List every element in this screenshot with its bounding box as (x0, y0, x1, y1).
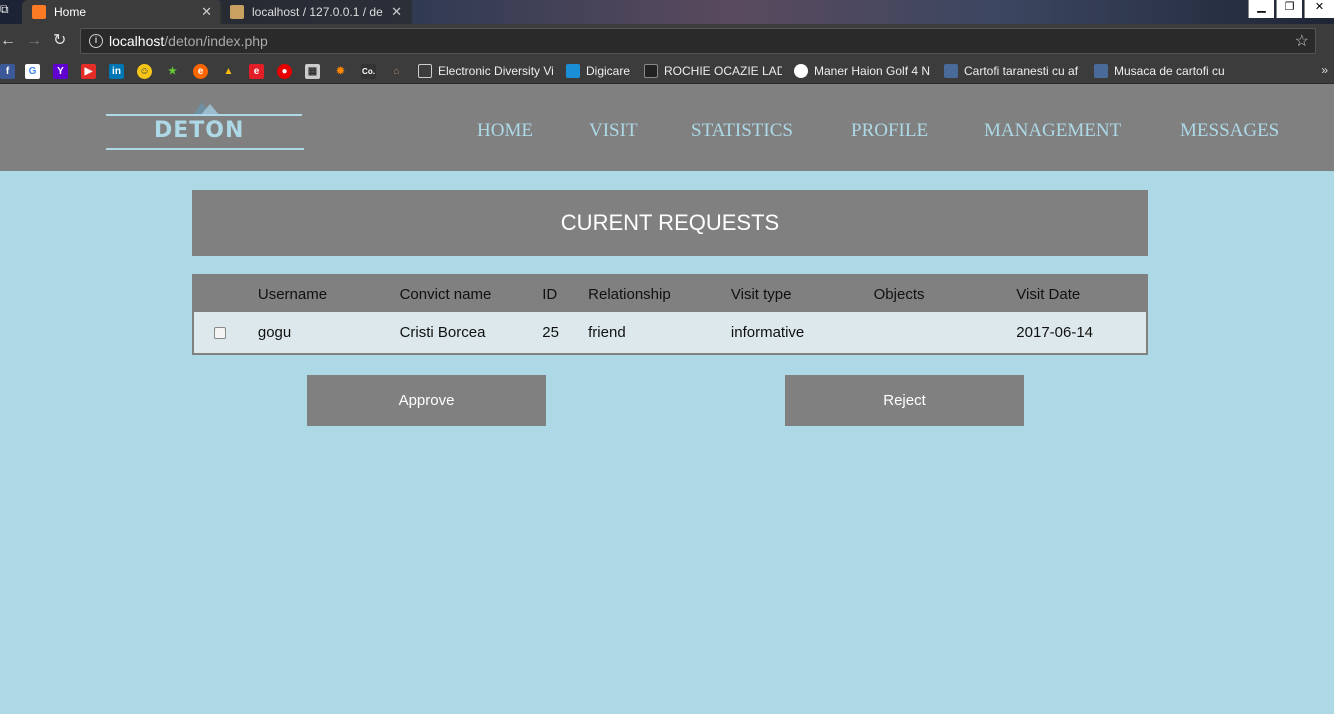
cell-username: gogu (257, 324, 292, 341)
bookmark-label: Cartofi taranesti cu af (964, 64, 1079, 78)
table-row[interactable]: gogu Cristi Borcea 25 friend informative… (193, 312, 1147, 354)
bookmark-digicare[interactable]: Digicare (566, 63, 636, 79)
minimize-icon[interactable]: ▁ (1248, 0, 1274, 18)
row-checkbox[interactable] (214, 326, 226, 339)
star-icon[interactable]: ★ (165, 64, 180, 79)
chevron-more-icon[interactable]: » (1321, 63, 1328, 77)
info-icon[interactable]: i (89, 34, 103, 48)
cell-visit-type: informative (730, 324, 805, 341)
bookmark-label: ROCHIE OCAZIE LADY (664, 64, 782, 78)
url-host: localhost (109, 33, 165, 49)
header-username[interactable]: Username (258, 275, 400, 312)
tf-icon (644, 64, 658, 78)
emoji-icon[interactable]: ☺ (137, 64, 152, 79)
nav-visit[interactable]: VISIT (589, 120, 638, 142)
tab-strip-icon[interactable]: ⧉ (0, 2, 16, 20)
close-icon[interactable]: ✕ (201, 4, 212, 20)
bookmark-label: Maner Haion Golf 4 N (814, 64, 930, 78)
vodafone-icon[interactable]: ● (277, 64, 292, 79)
yahoo-icon[interactable]: Y (53, 64, 68, 79)
bookmark-maner-haion[interactable]: Maner Haion Golf 4 N (794, 63, 930, 79)
maximize-icon[interactable]: ❐ (1276, 0, 1302, 18)
reload-icon[interactable]: ↻ (53, 32, 66, 50)
header-id[interactable]: ID (542, 275, 588, 312)
forward-icon[interactable]: → (26, 32, 42, 50)
site-header: DETON HOME VISIT STATISTICS PROFILE MANA… (0, 84, 1334, 171)
browser-tab-bar: ⧉ Home ✕ localhost / 127.0.0.1 / de ✕ ▁ … (0, 0, 1334, 24)
drive-icon[interactable]: ▲ (221, 64, 236, 79)
approve-button[interactable]: Approve (307, 375, 546, 426)
header-visit-type[interactable]: Visit type (731, 275, 874, 312)
header-select (193, 275, 258, 312)
bookmark-electronic-diversity[interactable]: Electronic Diversity Vi (418, 63, 553, 79)
header-relationship[interactable]: Relationship (588, 275, 731, 312)
phpmyadmin-icon (230, 5, 244, 19)
bookmark-rochie[interactable]: ROCHIE OCAZIE LADY (644, 63, 782, 79)
browser-toolbar: ← → ↻ i localhost/deton/index.php ☆ (0, 24, 1334, 58)
digicare-icon (566, 64, 580, 78)
logo-line-bottom (106, 148, 304, 150)
close-icon[interactable]: ✕ (391, 4, 402, 20)
e-icon[interactable]: e (249, 64, 264, 79)
co-icon[interactable]: Co. (361, 64, 376, 79)
tab-label: Home (54, 5, 87, 19)
google-icon[interactable]: G (25, 64, 40, 79)
browser-tab-home[interactable]: Home ✕ (22, 0, 222, 24)
youtube-icon[interactable]: ▶ (81, 64, 96, 79)
house-icon[interactable]: ⌂ (389, 64, 404, 79)
page-title: CURENT REQUESTS (192, 190, 1148, 256)
nav-home[interactable]: HOME (477, 120, 533, 142)
tab-label: localhost / 127.0.0.1 / de (252, 5, 383, 19)
header-objects[interactable]: Objects (874, 275, 1017, 312)
bookmark-star-icon[interactable]: ☆ (1295, 31, 1309, 51)
browser-tab-phpmyadmin[interactable]: localhost / 127.0.0.1 / de ✕ (220, 0, 412, 24)
close-window-icon[interactable]: ✕ (1304, 0, 1334, 18)
nav-management[interactable]: MANAGEMENT (984, 120, 1121, 142)
table-header-row: Username Convict name ID Relationship Vi… (193, 275, 1147, 312)
logo-text: DETON (154, 118, 245, 143)
recipe-icon (1094, 64, 1108, 78)
url-path: /deton/index.php (164, 33, 268, 49)
bookmark-label: Digicare (586, 64, 631, 78)
cell-id: 25 (542, 324, 559, 341)
cell-objects (874, 312, 1017, 354)
nav-messages[interactable]: MESSAGES (1180, 120, 1279, 142)
row-select-cell (193, 312, 258, 354)
orange-icon[interactable]: e (193, 64, 208, 79)
header-convict-name[interactable]: Convict name (400, 275, 543, 312)
logo-line-top (106, 114, 302, 116)
deton-logo[interactable]: DETON (106, 100, 304, 152)
address-bar[interactable]: i localhost/deton/index.php ☆ (80, 28, 1316, 54)
cell-convict-name: Cristi Borcea (399, 324, 486, 341)
olx-icon (794, 64, 808, 78)
bookmark-label: Electronic Diversity Vi (438, 64, 553, 78)
doc-icon[interactable]: ▦ (305, 64, 320, 79)
page-icon (418, 64, 432, 78)
reject-button[interactable]: Reject (785, 375, 1024, 426)
bookmarks-bar: f G Y ▶ in ☺ ★ e ▲ e ● ▦ ✹ Co. ⌂ Electro… (0, 58, 1334, 84)
bookmark-label: Musaca de cartofi cu (1114, 64, 1225, 78)
requests-table: Username Convict name ID Relationship Vi… (192, 274, 1148, 355)
header-visit-date[interactable]: Visit Date (1016, 275, 1147, 312)
facebook-icon[interactable]: f (0, 64, 15, 79)
bookmark-cartofi-taranesti[interactable]: Cartofi taranesti cu af (944, 63, 1080, 79)
cell-visit-date: 2017-06-14 (1016, 324, 1094, 341)
recipe-icon (944, 64, 958, 78)
linkedin-icon[interactable]: in (109, 64, 124, 79)
gear-icon[interactable]: ✹ (333, 64, 348, 79)
back-icon[interactable]: ← (0, 32, 16, 50)
xampp-icon (32, 5, 46, 19)
nav-profile[interactable]: PROFILE (851, 120, 928, 142)
bookmark-musaca[interactable]: Musaca de cartofi cu (1094, 63, 1230, 79)
nav-statistics[interactable]: STATISTICS (691, 120, 793, 142)
cell-relationship: friend (588, 324, 626, 341)
